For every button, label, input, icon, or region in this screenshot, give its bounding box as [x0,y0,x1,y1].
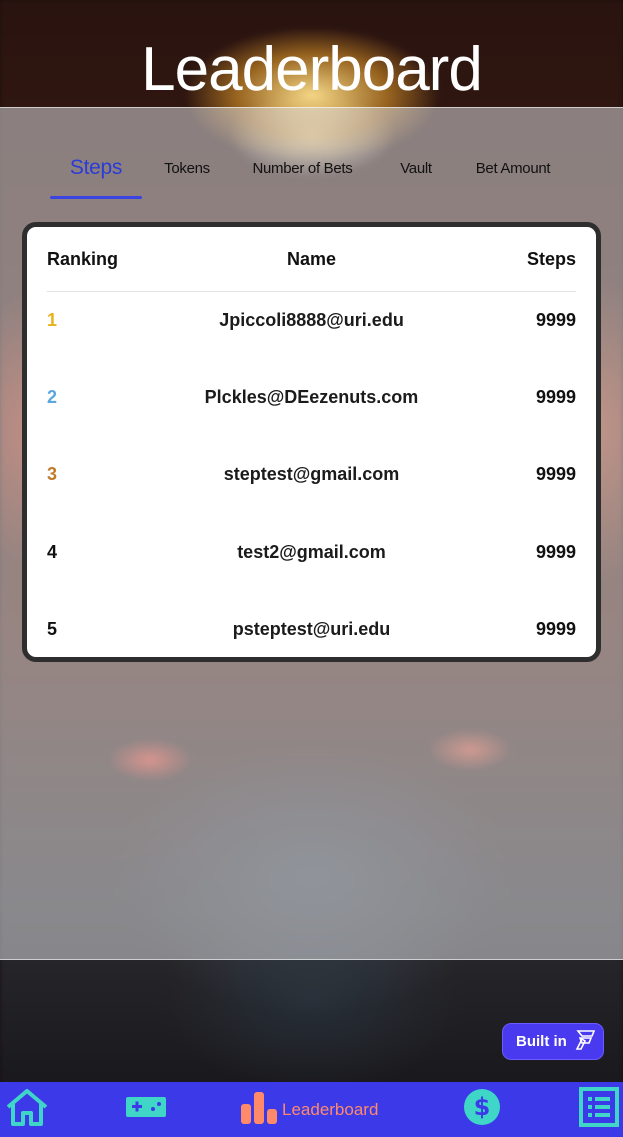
table-row[interactable]: 4 test2@gmail.com 9999 [47,542,576,582]
leaderboard-icon [240,1090,278,1129]
tab-bar: Steps Tokens Number of Bets Vault Bet Am… [0,150,623,200]
table-header: Ranking Name Steps [47,247,576,292]
nav-home[interactable] [4,1082,50,1137]
steps-cell: 9999 [535,464,576,484]
dollar-icon: $ [463,1088,501,1131]
name-cell: test2@gmail.com [237,542,386,562]
bottom-navigation: Leaderboard $ [0,1082,623,1137]
svg-text:$: $ [474,1093,491,1121]
leaderboard-table: Ranking Name Steps 1 Jpiccoli8888@uri.ed… [22,222,601,662]
name-cell: Plckles@DEezenuts.com [204,387,419,407]
steps-cell: 9999 [535,310,576,330]
column-header-steps: Steps [526,249,576,269]
steps-cell: 9999 [535,619,576,639]
flutterflow-icon [573,1027,599,1057]
steps-cell: 9999 [535,542,576,562]
steps-cell: 9999 [535,387,576,407]
nav-wallet[interactable]: $ [463,1082,501,1137]
table-row[interactable]: 5 psteptest@uri.edu 9999 [47,619,576,659]
name-cell: steptest@gmail.com [223,464,400,484]
tab-tokens[interactable]: Tokens [152,150,222,200]
home-icon [4,1087,50,1132]
nav-games[interactable] [125,1082,167,1137]
tab-steps[interactable]: Steps [50,150,142,200]
list-icon [579,1087,619,1132]
table-row[interactable]: 2 Plckles@DEezenuts.com 9999 [47,387,576,427]
gamepad-icon [125,1095,167,1124]
table-row[interactable]: 3 steptest@gmail.com 9999 [47,464,576,504]
nav-list[interactable] [579,1082,619,1137]
tab-vault[interactable]: Vault [385,150,447,200]
active-tab-indicator [50,196,142,199]
built-in-badge[interactable]: Built in [502,1023,604,1060]
nav-leaderboard[interactable]: Leaderboard [240,1082,378,1137]
tab-bet-amount[interactable]: Bet Amount [465,150,561,200]
page-title: Leaderboard [141,35,483,104]
built-in-label: Built in [516,1033,567,1050]
name-cell: Jpiccoli8888@uri.edu [219,310,404,330]
tab-number-of-bets[interactable]: Number of Bets [240,150,365,200]
name-cell: psteptest@uri.edu [232,619,391,639]
column-header-name: Name [286,249,337,269]
table-row[interactable]: 1 Jpiccoli8888@uri.edu 9999 [47,310,576,350]
nav-leaderboard-label: Leaderboard [282,1099,379,1119]
